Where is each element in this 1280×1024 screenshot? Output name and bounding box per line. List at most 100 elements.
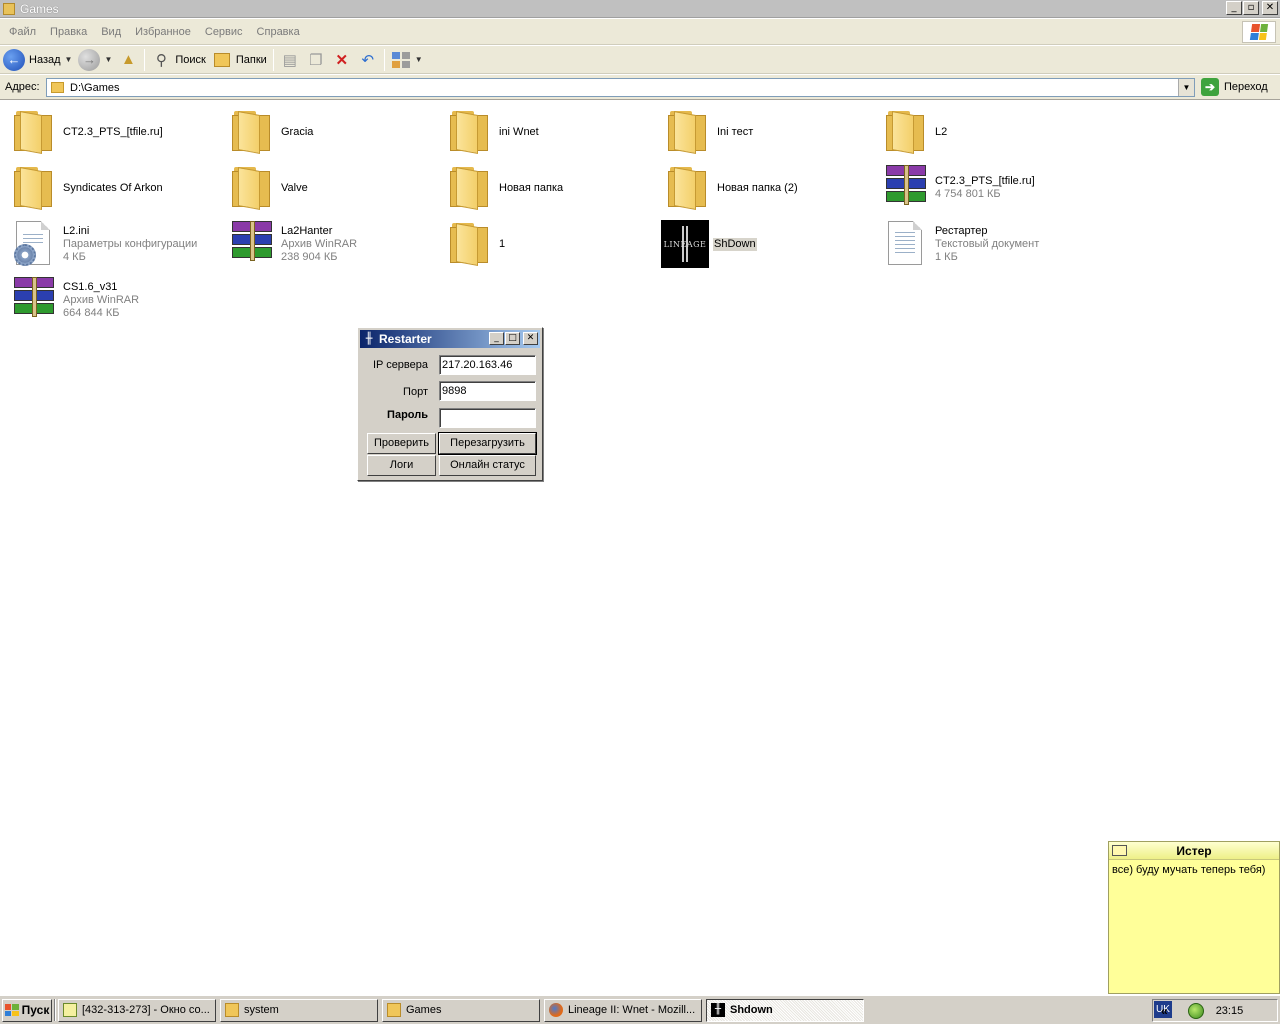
text-document-icon bbox=[888, 221, 922, 265]
file-name: Gracia bbox=[281, 125, 314, 138]
folders-button[interactable]: Папки bbox=[209, 48, 270, 72]
file-name: ini Wnet bbox=[499, 125, 539, 138]
password-input[interactable] bbox=[439, 408, 536, 428]
file-size: 664 844 КБ bbox=[63, 306, 120, 319]
folders-icon bbox=[212, 50, 232, 70]
address-dropdown-button[interactable]: ▼ bbox=[1178, 79, 1194, 96]
lineage-icon: ╫ bbox=[711, 1003, 725, 1017]
taskbar-item-shdown[interactable]: ╫ Shdown bbox=[706, 998, 864, 1022]
file-item[interactable]: L2.ini Параметры конфигурации 4 КБ bbox=[4, 218, 219, 270]
file-name: Рестартер bbox=[935, 224, 988, 237]
undo-button[interactable]: ↶ bbox=[355, 48, 381, 72]
clock[interactable]: 23:15 bbox=[1216, 1005, 1244, 1017]
file-name: Valve bbox=[281, 181, 308, 194]
address-bar: Адрес: D:\Games ▼ ➔ Переход bbox=[0, 75, 1280, 100]
forward-button[interactable]: → ▼ bbox=[75, 48, 115, 72]
file-item[interactable]: L2 bbox=[876, 106, 1091, 158]
delete-button[interactable]: ✕ bbox=[329, 48, 355, 72]
task-label: Shdown bbox=[730, 1004, 773, 1016]
file-view[interactable]: CT2.3_PTS_[tfile.ru] Gracia ini Wnet Ini… bbox=[0, 101, 1280, 994]
menu-file[interactable]: Файл bbox=[0, 26, 43, 38]
show-hidden-icons-button[interactable]: « bbox=[1161, 1004, 1168, 1018]
address-input[interactable]: D:\Games ▼ bbox=[46, 78, 1195, 97]
taskbar-item-games[interactable]: Games bbox=[382, 998, 540, 1022]
restart-button[interactable]: Перезагрузить bbox=[438, 432, 537, 455]
file-name: L2.ini bbox=[63, 224, 90, 237]
file-item[interactable]: CT2.3_PTS_[tfile.ru] 4 754 801 КБ bbox=[876, 162, 1091, 214]
file-item[interactable]: Новая папка bbox=[440, 162, 655, 214]
file-name: Новая папка (2) bbox=[717, 181, 798, 194]
taskbar-item-qip[interactable]: [432-313-273] - Окно со... bbox=[58, 998, 216, 1022]
folder-icon bbox=[12, 109, 54, 154]
taskbar-item-system[interactable]: system bbox=[220, 998, 378, 1022]
start-button[interactable]: Пуск bbox=[2, 998, 52, 1022]
window-titlebar[interactable]: Games _ ▫ ✕ bbox=[0, 0, 1280, 18]
file-name: Syndicates Of Arkon bbox=[63, 181, 163, 194]
copy-to-button[interactable]: ❐ bbox=[303, 48, 329, 72]
menu-tools[interactable]: Сервис bbox=[198, 26, 250, 38]
file-item[interactable]: Valve bbox=[222, 162, 437, 214]
file-item-selected[interactable]: LINEAGE ShDown bbox=[658, 218, 873, 270]
file-item[interactable]: La2Hanter Архив WinRAR 238 904 КБ bbox=[222, 218, 437, 270]
file-item[interactable]: Ini тест bbox=[658, 106, 873, 158]
windows-logo-icon bbox=[1242, 21, 1276, 43]
system-tray: « 23:15 bbox=[1152, 999, 1278, 1022]
port-input[interactable] bbox=[439, 381, 536, 401]
file-name: CT2.3_PTS_[tfile.ru] bbox=[935, 175, 1035, 187]
chevron-down-icon[interactable]: ▼ bbox=[415, 55, 423, 64]
file-type: Архив WinRAR bbox=[281, 237, 358, 250]
menu-edit[interactable]: Правка bbox=[43, 26, 94, 38]
qip-icon bbox=[63, 1003, 77, 1017]
views-button[interactable]: ▼ bbox=[388, 48, 426, 72]
file-item[interactable]: CT2.3_PTS_[tfile.ru] bbox=[4, 106, 219, 158]
file-item[interactable]: Gracia bbox=[222, 106, 437, 158]
qip-tray-icon[interactable] bbox=[1187, 1002, 1204, 1019]
dialog-maximize-button[interactable]: □ bbox=[505, 332, 520, 345]
up-folder-button[interactable]: ▲ bbox=[115, 48, 141, 72]
file-item[interactable]: Рестартер Текстовый документ 1 КБ bbox=[876, 218, 1091, 270]
address-value: D:\Games bbox=[70, 81, 120, 94]
search-button[interactable]: ⚲ Поиск bbox=[148, 48, 208, 72]
back-button[interactable]: ← Назад ▼ bbox=[0, 48, 75, 72]
winrar-archive-icon bbox=[230, 221, 272, 261]
task-label: [432-313-273] - Окно со... bbox=[82, 1004, 210, 1016]
config-file-icon bbox=[14, 221, 50, 266]
file-item[interactable]: Новая папка (2) bbox=[658, 162, 873, 214]
close-button[interactable]: ✕ bbox=[1262, 1, 1278, 15]
online-status-button[interactable]: Онлайн статус bbox=[439, 455, 536, 476]
dialog-minimize-button[interactable]: _ bbox=[489, 332, 504, 345]
file-item[interactable]: CS1.6_v31 Архив WinRAR 664 844 КБ bbox=[4, 274, 219, 326]
ip-input[interactable] bbox=[439, 355, 536, 375]
logs-button[interactable]: Логи bbox=[367, 455, 436, 476]
taskbar-item-firefox[interactable]: Lineage II: Wnet - Mozill... bbox=[544, 998, 702, 1022]
folder-icon bbox=[666, 109, 708, 154]
dialog-title: Restarter bbox=[379, 332, 432, 346]
minimize-button[interactable]: _ bbox=[1226, 1, 1242, 15]
file-name: Ini тест bbox=[717, 125, 754, 138]
file-item[interactable]: 1 bbox=[440, 218, 655, 270]
menu-favorites[interactable]: Избранное bbox=[128, 26, 198, 38]
dialog-titlebar[interactable]: ╫ Restarter _ □ ✕ bbox=[360, 330, 540, 348]
file-size: 238 904 КБ bbox=[281, 250, 338, 263]
chevron-down-icon[interactable]: ▼ bbox=[65, 55, 73, 64]
move-to-button[interactable]: ▤ bbox=[277, 48, 303, 72]
message-note[interactable]: Истер все) буду мучать теперь тебя) bbox=[1108, 841, 1280, 994]
maximize-button[interactable]: ▫ bbox=[1243, 1, 1259, 15]
file-size: 4 754 801 КБ bbox=[935, 188, 1001, 200]
forward-arrow-icon: → bbox=[78, 48, 101, 71]
file-item[interactable]: Syndicates Of Arkon bbox=[4, 162, 219, 214]
dialog-close-button[interactable]: ✕ bbox=[523, 332, 538, 345]
file-item[interactable]: ini Wnet bbox=[440, 106, 655, 158]
folders-label: Папки bbox=[235, 53, 267, 66]
ip-label: IP сервера bbox=[372, 359, 428, 371]
menu-view[interactable]: Вид bbox=[94, 26, 128, 38]
taskbar: Пуск [432-313-273] - Окно со... system G… bbox=[0, 995, 1280, 1024]
file-name: Новая папка bbox=[499, 181, 564, 194]
chevron-down-icon[interactable]: ▼ bbox=[104, 55, 112, 64]
winrar-archive-icon bbox=[884, 165, 926, 205]
move-to-icon: ▤ bbox=[282, 51, 297, 69]
menu-help[interactable]: Справка bbox=[250, 26, 307, 38]
search-icon: ⚲ bbox=[155, 51, 167, 69]
go-button[interactable]: ➔ Переход bbox=[1201, 78, 1268, 96]
check-button[interactable]: Проверить bbox=[367, 433, 436, 454]
